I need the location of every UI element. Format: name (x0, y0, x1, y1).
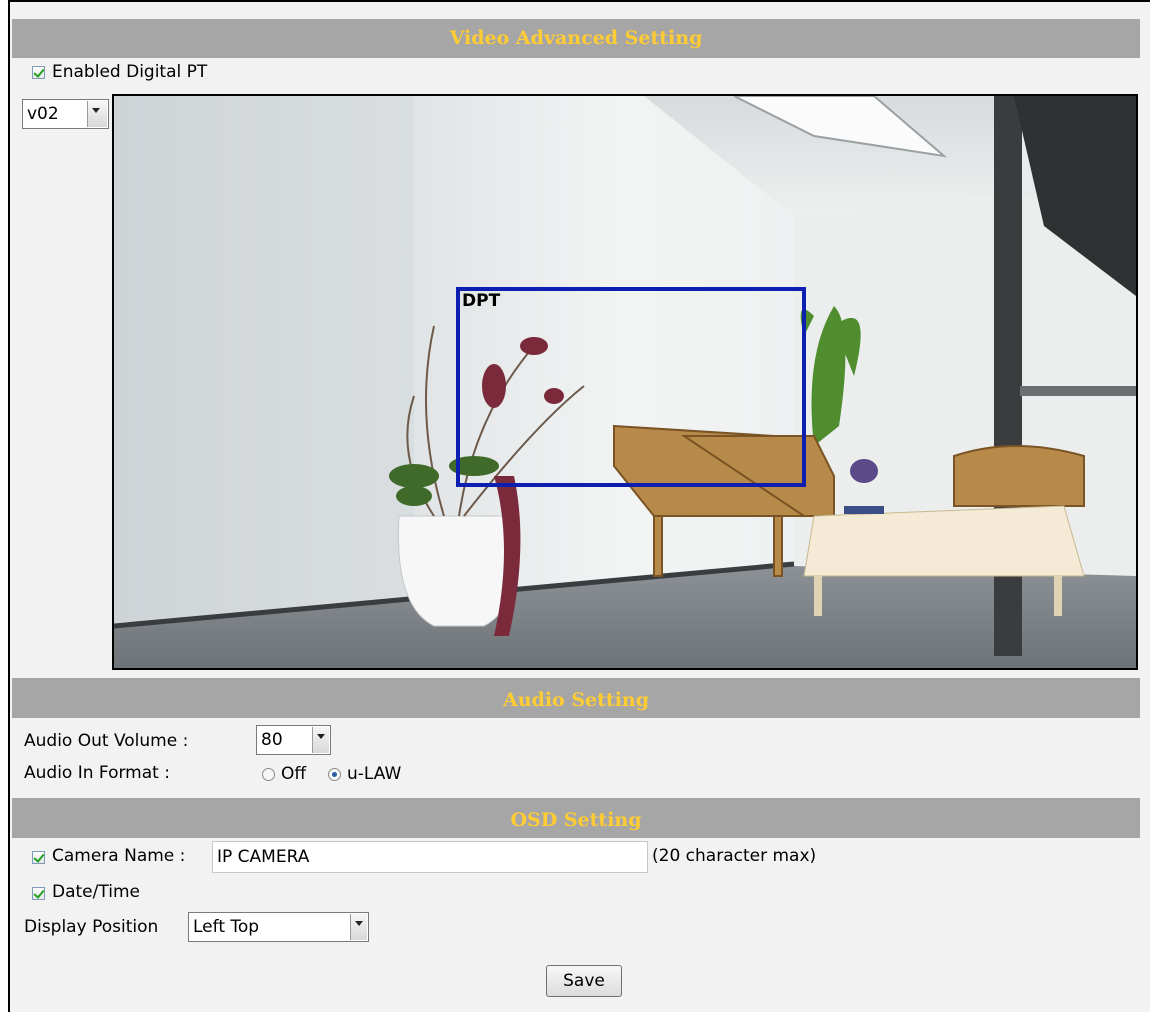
audio-in-format-label: Audio In Format : (24, 763, 170, 783)
datetime-label: Date/Time (52, 882, 140, 902)
camera-name-input-value: IP CAMERA (217, 847, 310, 867)
stream-select[interactable]: v02 (22, 99, 109, 129)
datetime-checkbox[interactable] (32, 887, 45, 900)
camera-name-input[interactable]: IP CAMERA (212, 841, 648, 873)
camera-name-checkbox[interactable] (32, 851, 45, 864)
audio-out-volume-label: Audio Out Volume : (24, 731, 189, 751)
stream-select-value: v02 (27, 104, 59, 124)
audio-in-format-off-radio[interactable] (262, 768, 275, 781)
enable-digital-pt-checkbox[interactable] (32, 66, 45, 79)
save-area: Save (12, 965, 1140, 1012)
dpt-region-box[interactable]: DPT (456, 287, 806, 487)
video-section-title: Video Advanced Setting (449, 27, 703, 49)
save-button[interactable]: Save (546, 965, 622, 997)
chevron-down-icon[interactable] (350, 914, 367, 940)
audio-in-format-ulaw-label: u-LAW (347, 764, 402, 784)
audio-in-format-off-label: Off (281, 764, 307, 784)
display-position-value: Left Top (193, 917, 260, 937)
dpt-box-label: DPT (462, 291, 501, 311)
chevron-down-icon[interactable] (87, 101, 107, 127)
audio-in-format-ulaw-radio[interactable] (328, 768, 341, 781)
osd-section-header: OSD Setting (12, 798, 1140, 838)
audio-section-header: Audio Setting (12, 678, 1140, 718)
display-position-select[interactable]: Left Top (188, 912, 369, 942)
osd-section-title: OSD Setting (510, 809, 642, 831)
enable-digital-pt-label: Enabled Digital PT (52, 62, 208, 82)
camera-name-label: Camera Name : (52, 846, 186, 866)
camera-name-hint: (20 character max) (652, 846, 817, 866)
video-section-header: Video Advanced Setting (12, 19, 1140, 58)
chevron-down-icon[interactable] (312, 727, 329, 753)
audio-out-volume-value: 80 (261, 730, 283, 750)
camera-video-preview[interactable]: DPT (112, 94, 1138, 670)
display-position-label: Display Position (24, 917, 159, 937)
audio-section-title: Audio Setting (502, 689, 650, 711)
audio-out-volume-select[interactable]: 80 (256, 725, 331, 755)
